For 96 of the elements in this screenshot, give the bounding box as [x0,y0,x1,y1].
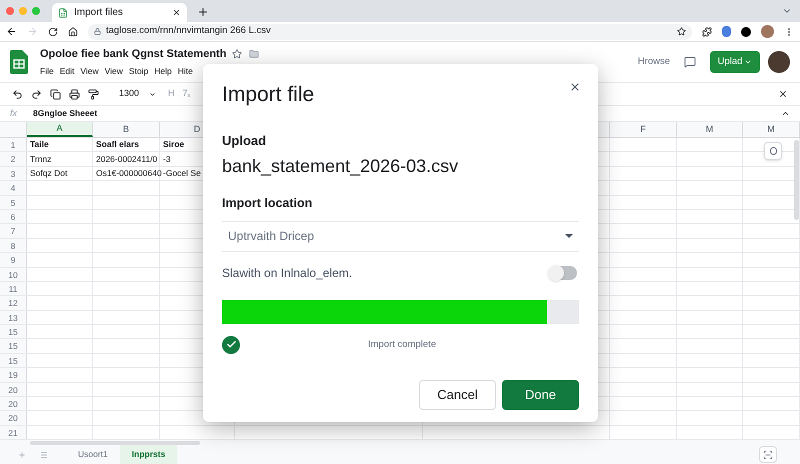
table-cell: Soafl elars [96,138,139,152]
row-number[interactable]: 4 [0,181,27,195]
row-number[interactable]: 7 [0,224,27,238]
table-cell: Siroe [163,138,184,152]
table-cell: Trnnz [30,152,52,166]
toolbar-item[interactable]: 7ₛ [182,87,191,101]
reload-icon[interactable] [48,26,58,36]
comment-icon[interactable] [684,56,696,68]
new-tab-icon[interactable] [197,6,209,18]
browse-label[interactable]: Hrowse [638,54,670,70]
row-number[interactable]: 20 [0,397,27,410]
row-number[interactable]: 15 [0,325,27,338]
row-number[interactable]: 20 [0,382,27,396]
sheet-tab[interactable]: Inpprsts [120,445,178,464]
home-icon[interactable] [68,26,78,36]
star-icon[interactable] [232,49,242,60]
sheet-tab[interactable]: Usoort1 [66,445,120,464]
menu-item[interactable]: Edit [60,65,74,78]
side-panel-button[interactable] [764,142,782,160]
toggle-label: Slawith on Inlnalo_elem. [222,264,352,282]
column-header[interactable]: M [743,122,800,137]
user-avatar[interactable] [768,51,790,73]
table-cell: Sofqz Dot [30,167,68,180]
close-icon[interactable] [778,89,788,99]
menu-item[interactable]: View [80,65,99,78]
caret-icon [565,234,573,238]
row-number[interactable]: 9 [0,253,27,267]
copy-icon[interactable] [50,88,61,100]
print-icon[interactable] [69,88,80,100]
row-number[interactable]: 15 [0,354,27,368]
extension-icon[interactable] [741,26,751,36]
close-tab-icon[interactable] [172,8,181,17]
status-text: Import complete [368,338,436,352]
done-button[interactable]: Done [502,380,579,410]
sheets-icon [58,8,68,18]
lock-icon [94,28,101,35]
table-cell: Taile [30,138,49,152]
vertical-scrollbar[interactable] [794,140,799,220]
profile-avatar[interactable] [761,25,774,38]
table-cell: Os1€-000000640 [96,167,162,180]
browser-tab[interactable]: Import files [52,3,187,22]
toolbar-item[interactable]: H [168,87,175,101]
undo-icon[interactable] [12,88,23,100]
row-number[interactable]: 2 [0,152,27,166]
row-number[interactable]: 12 [0,296,27,310]
row-number[interactable]: 15 [0,339,27,353]
row-number[interactable]: 13 [0,310,27,324]
row-number[interactable]: 8 [0,238,27,252]
table-cell: -Gocel Se [163,167,201,180]
tab-title: Import files [74,6,124,20]
function-label: fx [8,106,18,120]
upload-button[interactable]: Uplad [710,51,760,73]
table-cell: -3 [163,152,171,166]
row-number[interactable]: 20 [0,411,27,425]
column-header[interactable]: F [610,122,677,137]
menu-item[interactable]: Hite [178,65,193,78]
back-icon[interactable] [6,26,17,37]
location-dropdown[interactable]: Uptrvaith Dricep [222,220,579,252]
caret-icon [149,90,156,98]
sheets-logo-icon[interactable] [10,50,28,74]
row-number[interactable]: 3 [0,166,27,180]
folder-icon[interactable] [248,49,260,60]
menu-item[interactable]: Stoip [128,65,148,78]
formula-value[interactable]: 8Gngloe Sheeet [27,107,98,120]
redo-icon[interactable] [31,88,42,100]
extension-icon[interactable] [702,26,712,36]
row-number[interactable]: 5 [0,196,27,209]
import-location-label: Import location [222,195,314,212]
cancel-button[interactable]: Cancel [419,380,496,410]
column-header[interactable]: B [93,122,160,137]
caret-icon [744,58,752,66]
explore-icon [763,450,773,460]
table-cell: 2026-0002411/0 [96,152,158,166]
row-number[interactable]: 10 [0,268,27,281]
menu-item[interactable]: Help [154,65,172,78]
column-header[interactable]: M [677,122,743,137]
bookmark-star-icon[interactable] [677,27,686,36]
row-number[interactable]: 1 [0,138,27,152]
address-field[interactable]: taglose.com/rnn/nnvimtangin 266 L.csv [88,24,692,40]
collapse-icon[interactable] [781,109,790,118]
file-name: bank_statement_2026-03.csv [222,155,460,178]
row-number[interactable]: 21 [0,426,27,440]
close-icon[interactable] [569,81,581,93]
column-header[interactable]: A [27,122,93,137]
row-number[interactable]: 6 [0,210,27,224]
menu-item[interactable]: View [104,65,123,78]
url-text: taglose.com/rnn/nnvimtangin 266 L.csv [106,24,271,38]
row-number[interactable]: 11 [0,282,27,296]
menu-item[interactable]: File [40,65,54,78]
document-title[interactable]: Opoloe fiee bank Qgnst Statementh [40,46,226,62]
row-number[interactable]: 19 [0,368,27,382]
dialog-title: Import file [222,82,314,108]
zoom-dropdown[interactable]: 1300 [115,87,160,101]
explore-button[interactable] [759,446,777,463]
paint-format-icon[interactable] [88,88,99,100]
toggle-switch[interactable] [549,266,577,280]
